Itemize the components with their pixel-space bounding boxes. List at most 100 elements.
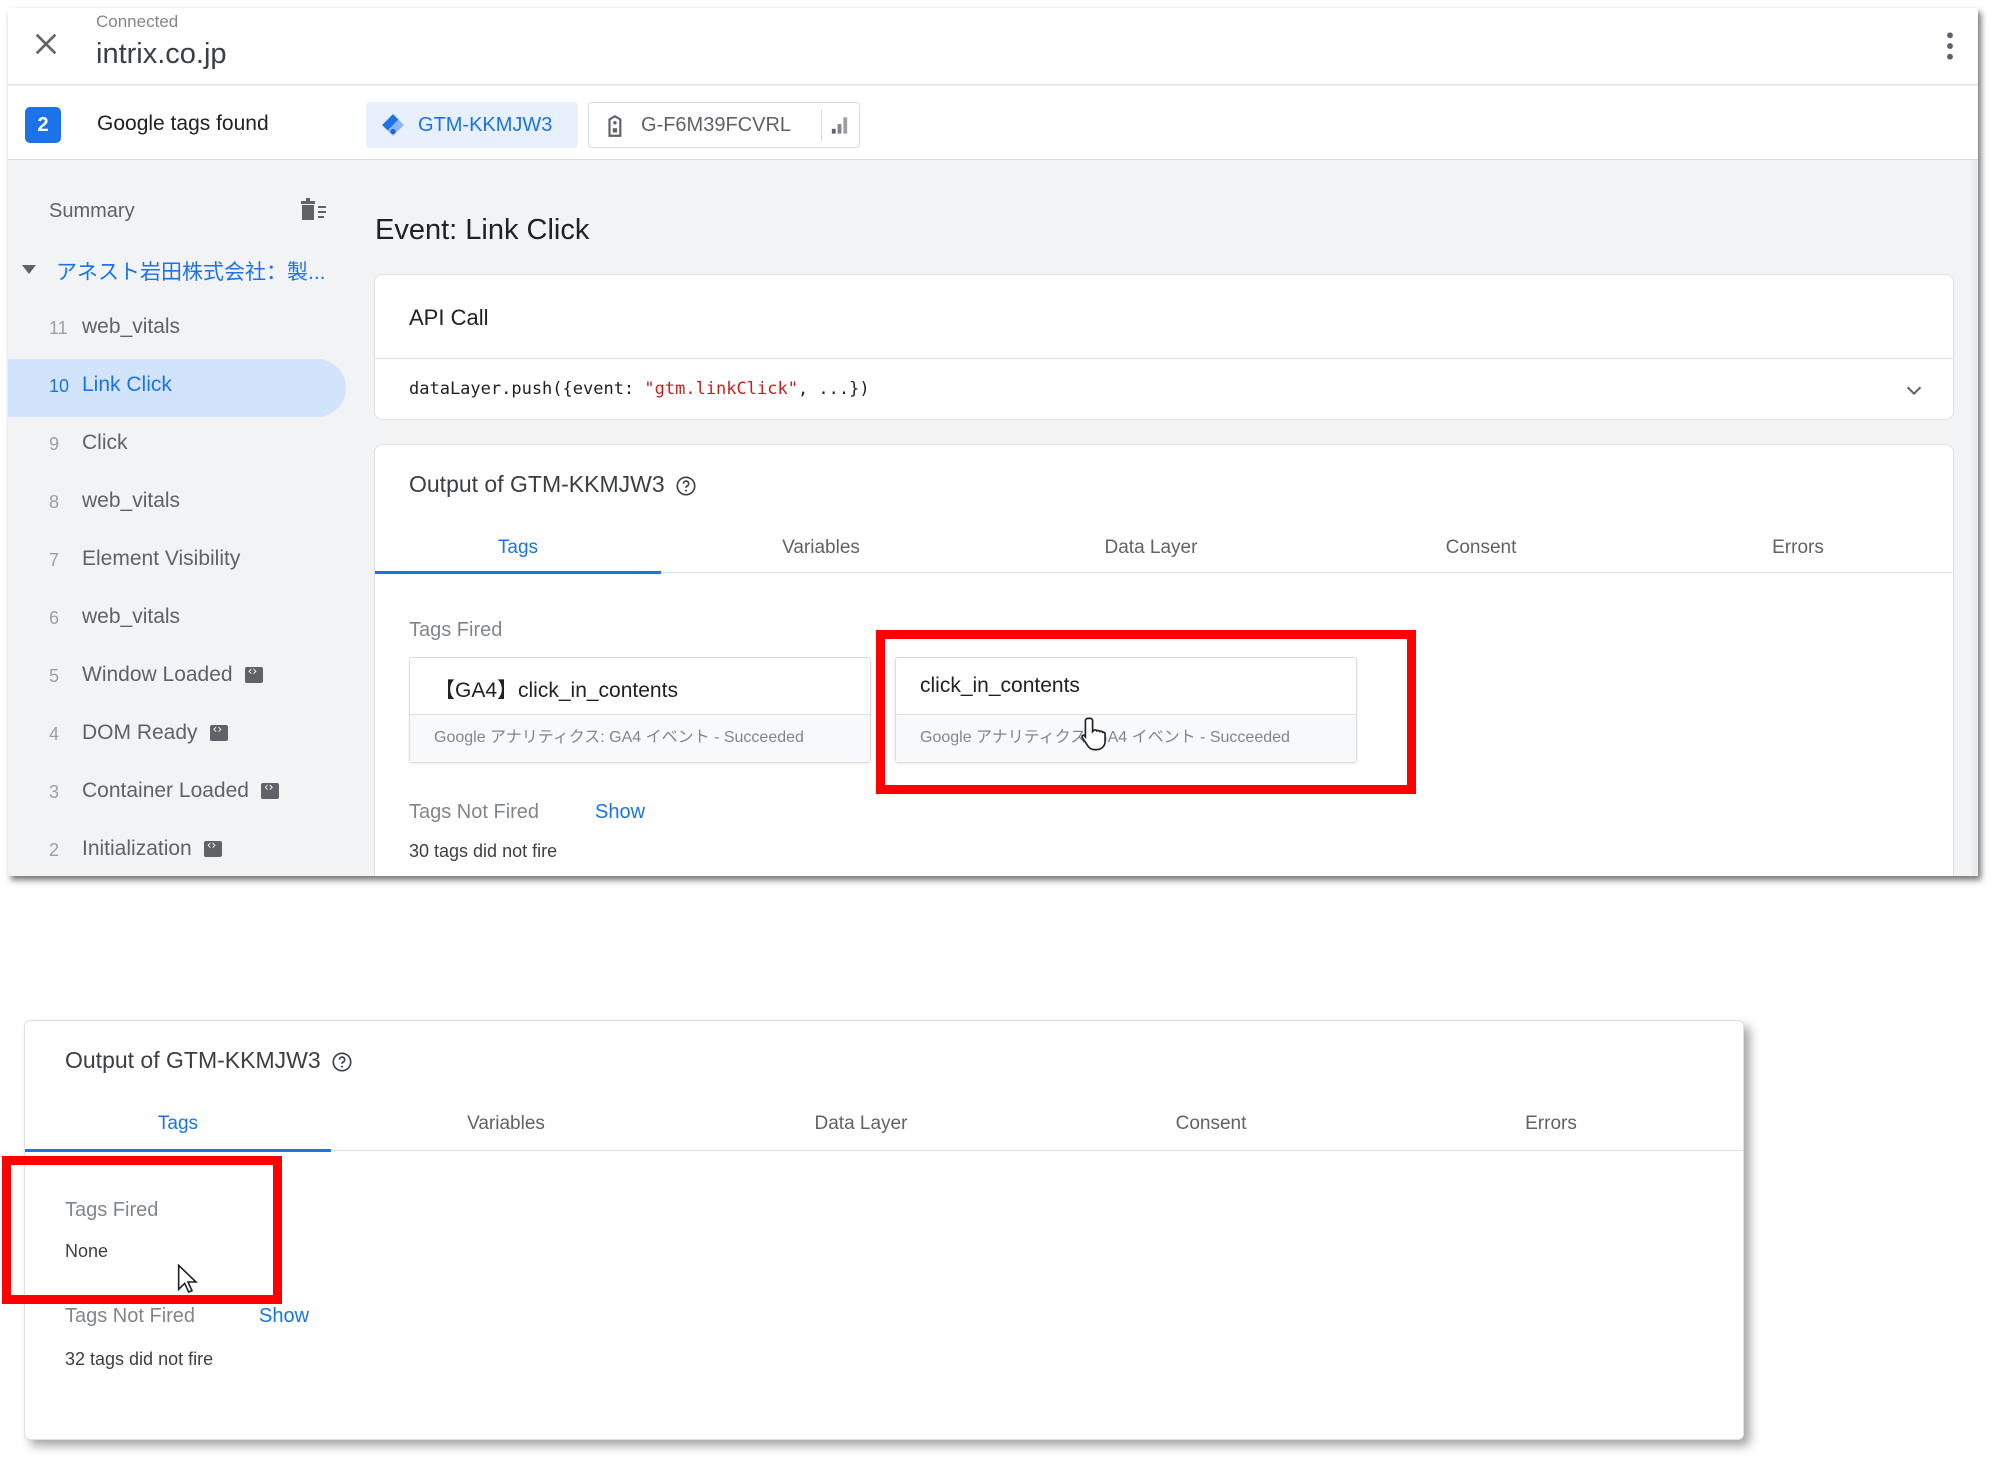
page-title: アネスト岩田株式会社：製...	[56, 261, 326, 284]
event-number: 2	[49, 840, 60, 860]
event-number: 11	[49, 318, 68, 338]
site-domain: intrix.co.jp	[96, 38, 227, 70]
clear-messages-icon[interactable]	[298, 196, 328, 224]
container-chip-gtm[interactable]: GTM-KKMJW3	[366, 102, 578, 148]
google-tags-bar: 2 Google tags found GTM-KKMJW3 G-F6M39FC…	[8, 86, 1978, 160]
event-label: Link Click	[82, 373, 172, 396]
tag-count-badge: 2	[25, 107, 61, 143]
chevron-down-icon[interactable]	[1903, 379, 1925, 401]
tags-fired-label: Tags Fired	[409, 619, 503, 641]
ga-tag-icon	[608, 114, 622, 137]
event-title: Event: Link Click	[375, 214, 590, 246]
container-chip-ga[interactable]: G-F6M39FCVRL	[588, 102, 860, 148]
scrollbar[interactable]	[1972, 160, 1978, 876]
connection-status: Connected	[96, 12, 179, 31]
event-label: web_vitals	[82, 315, 181, 338]
event-number: 3	[49, 782, 60, 802]
tab-tags[interactable]: Tags	[375, 537, 661, 559]
tab-tags[interactable]: Tags	[25, 1113, 331, 1135]
output-panel-snapshot: Output of GTM-KKMJW3 Tags Variables Data…	[24, 1020, 1744, 1440]
code-suffix: , ...})	[797, 379, 870, 399]
event-label-text: Container Loaded	[82, 779, 249, 802]
not-fired-count: 30 tags did not fire	[409, 841, 558, 861]
caret-down-icon[interactable]	[22, 265, 36, 274]
tags-found-label: Google tags found	[97, 112, 269, 135]
tab-data-layer[interactable]: Data Layer	[681, 1113, 1041, 1135]
tab-consent[interactable]: Consent	[1041, 1113, 1381, 1135]
hand-cursor-icon	[1081, 717, 1106, 751]
active-tab-indicator	[375, 571, 661, 574]
event-item-container-loaded[interactable]: 3 Container Loaded	[8, 765, 346, 823]
event-number: 7	[49, 550, 60, 570]
event-label: Container Loaded	[82, 779, 279, 803]
gtm-diamond-icon	[382, 114, 404, 136]
event-number: 8	[49, 492, 60, 512]
active-tab-indicator	[25, 1149, 331, 1152]
code-icon	[260, 780, 279, 799]
tab-errors[interactable]: Errors	[1381, 1113, 1721, 1135]
event-label: Window Loaded	[82, 663, 263, 687]
summary-link[interactable]: Summary	[49, 200, 135, 223]
highlight-box	[876, 630, 1416, 794]
event-item-link-click[interactable]: 10 Link Click	[8, 359, 346, 417]
event-item-click[interactable]: 9 Click	[8, 417, 346, 475]
container-id: G-F6M39FCVRL	[641, 114, 792, 136]
container-id: GTM-KKMJW3	[418, 114, 553, 136]
output-title: Output of GTM-KKMJW3	[409, 471, 697, 498]
tab-consent[interactable]: Consent	[1321, 537, 1641, 559]
event-number: 5	[49, 666, 60, 686]
more-options-icon[interactable]	[1944, 30, 1956, 62]
event-label-text: Initialization	[82, 837, 192, 860]
output-title: Output of GTM-KKMJW3	[65, 1047, 353, 1074]
event-number: 10	[49, 376, 70, 396]
output-title-text: Output of GTM-KKMJW3	[65, 1047, 321, 1073]
arrow-cursor-icon	[177, 1264, 198, 1294]
tag-name: 【GA4】click_in_contents	[434, 679, 678, 702]
event-item-initialization[interactable]: 2 Initialization	[8, 823, 346, 876]
event-item-dom-ready[interactable]: 4 DOM Ready	[8, 707, 346, 765]
event-item-web-vitals[interactable]: 11 web_vitals	[8, 301, 346, 359]
event-number: 4	[49, 724, 60, 744]
api-call-card: API Call dataLayer.push({event: "gtm.lin…	[374, 274, 1954, 420]
event-item-element-visibility[interactable]: 7 Element Visibility	[8, 533, 346, 591]
event-label: web_vitals	[82, 605, 181, 628]
code-icon	[209, 722, 228, 741]
event-number: 6	[49, 608, 60, 628]
api-call-title: API Call	[409, 305, 489, 330]
page-node[interactable]: アネスト岩田株式会社：製...	[14, 256, 344, 286]
code-icon	[244, 664, 263, 683]
tab-variables[interactable]: Variables	[661, 537, 981, 559]
tags-not-fired-label: Tags Not Fired	[65, 1305, 196, 1327]
not-fired-count: 32 tags did not fire	[65, 1349, 214, 1369]
event-number: 9	[49, 434, 60, 454]
tag-assistant-window: Connected intrix.co.jp 2 Google tags fou…	[8, 8, 1978, 876]
help-icon[interactable]	[675, 475, 697, 497]
divider	[375, 358, 1953, 359]
show-not-fired-link[interactable]: Show	[259, 1305, 309, 1328]
help-icon[interactable]	[331, 1051, 353, 1073]
event-label: Click	[82, 431, 128, 454]
tab-variables[interactable]: Variables	[331, 1113, 681, 1135]
show-not-fired-link[interactable]: Show	[595, 801, 645, 824]
event-list: 11 web_vitals 10 Link Click 9 Click 8 we…	[8, 301, 348, 876]
api-call-code: dataLayer.push({event: "gtm.linkClick", …	[409, 379, 870, 399]
event-item-web-vitals[interactable]: 8 web_vitals	[8, 475, 346, 533]
event-label: web_vitals	[82, 489, 181, 512]
event-item-web-vitals[interactable]: 6 web_vitals	[8, 591, 346, 649]
event-sidebar: Summary アネスト岩田株式会社：製... 11 web_vitals 10…	[8, 160, 348, 876]
close-icon[interactable]	[30, 28, 62, 60]
event-item-window-loaded[interactable]: 5 Window Loaded	[8, 649, 346, 707]
tab-data-layer[interactable]: Data Layer	[981, 537, 1321, 559]
event-label: DOM Ready	[82, 721, 228, 745]
code-prefix: dataLayer.push({event:	[409, 379, 645, 399]
output-tabs: Tags Variables Data Layer Consent Errors	[375, 527, 1955, 574]
code-event-string: "gtm.linkClick"	[644, 379, 798, 399]
event-label: Initialization	[82, 837, 222, 861]
fired-tag-card[interactable]: 【GA4】click_in_contents Google アナリティクス: G…	[409, 657, 871, 763]
highlight-box	[2, 1156, 282, 1304]
output-tabs: Tags Variables Data Layer Consent Errors	[25, 1103, 1743, 1152]
event-label-text: DOM Ready	[82, 721, 198, 744]
analytics-bars-icon	[821, 109, 848, 141]
tab-errors[interactable]: Errors	[1641, 537, 1955, 559]
tags-not-fired-label: Tags Not Fired	[409, 801, 540, 823]
